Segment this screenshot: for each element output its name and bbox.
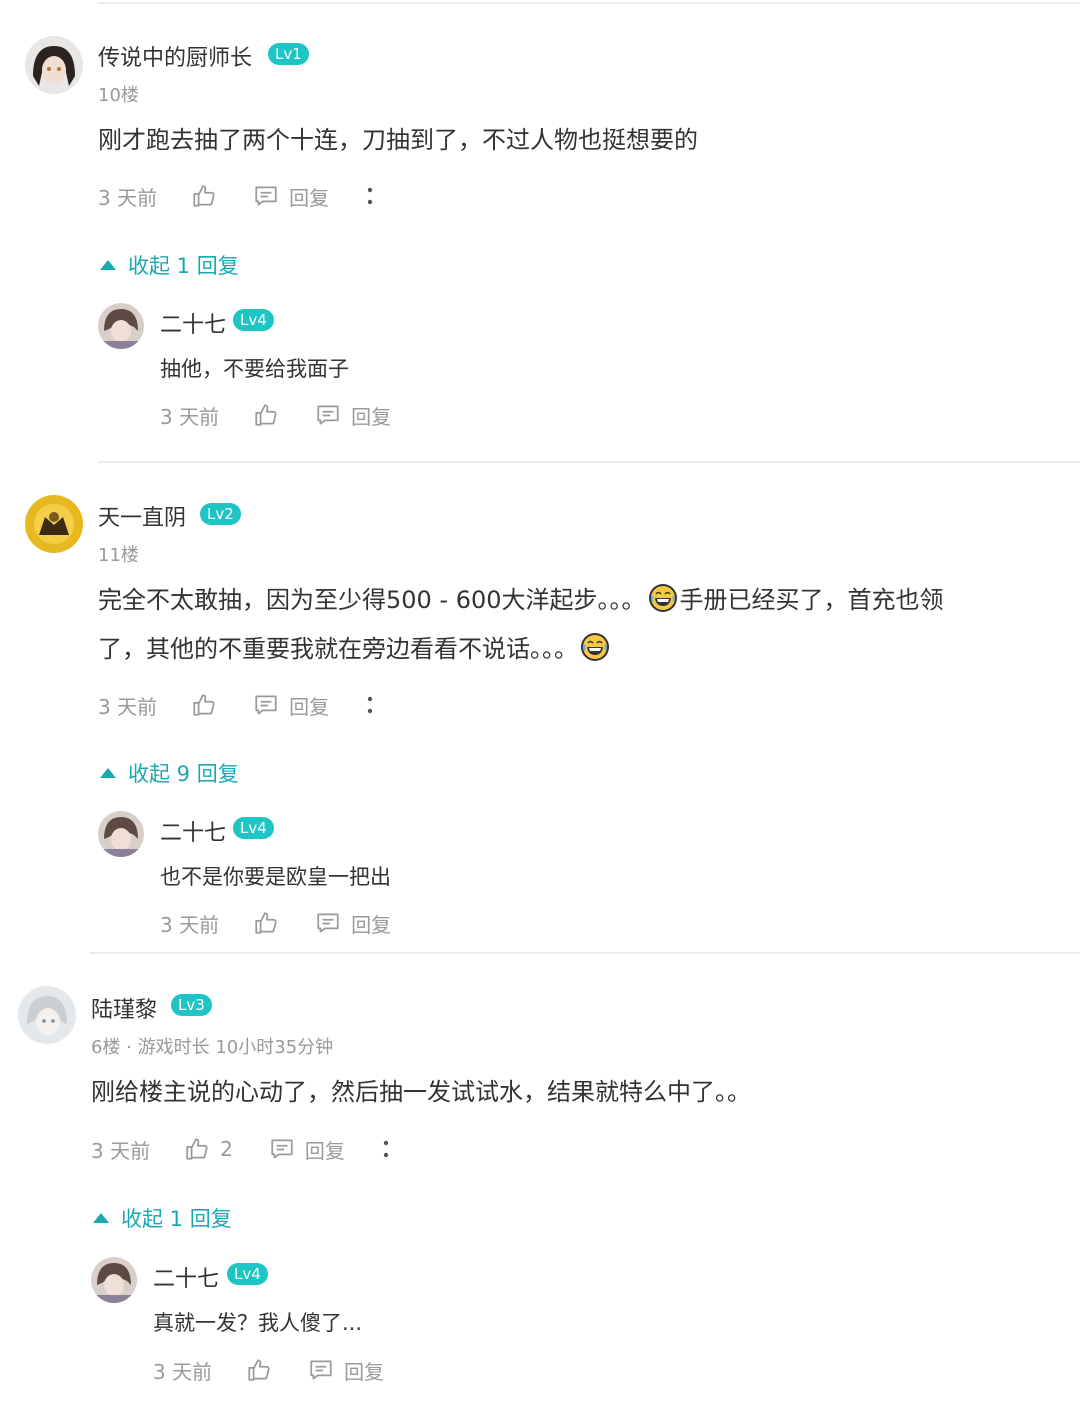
avatar[interactable] [25,495,83,553]
reply-bubble-icon [253,183,279,209]
collapse-label: 收起 9 回复 [128,762,239,786]
reply-avatar[interactable] [98,303,144,349]
comment-text: 刚才跑去抽了两个十连，刀抽到了，不过人物也挺想要的 [98,126,698,154]
timestamp: 3 天前 [98,185,158,210]
thumbs-up-icon [184,1136,210,1162]
floor-number: 11楼 [98,545,139,566]
collapse-replies-button[interactable]: 收起 1 回复 [100,250,239,280]
more-vertical-icon [365,693,375,717]
collapse-replies-button[interactable]: 收起 1 回复 [93,1203,232,1233]
reply-username[interactable]: 二十七 [160,815,226,847]
reply-text: 也不是你要是欧皇一把出 [160,865,391,889]
reply-bubble-icon [315,402,341,428]
reply-bubble-icon [315,910,341,936]
floor-number: 10楼 [98,85,139,106]
like-button[interactable] [191,183,217,209]
comment-divider [90,952,1080,954]
timestamp: 3 天前 [160,912,220,937]
level-badge: Lv1 [268,43,309,65]
collapse-triangle-icon [100,768,116,778]
reply-username[interactable]: 二十七 [160,307,226,339]
reply-button[interactable]: 回复 [308,1356,384,1385]
level-badge: Lv4 [227,1263,268,1285]
reply-label: 回复 [344,1359,385,1384]
thumbs-up-icon [191,183,217,209]
more-button[interactable] [365,693,375,717]
like-button[interactable] [191,692,217,718]
timestamp: 3 天前 [160,404,220,429]
level-badge: Lv2 [200,503,241,525]
reply-username[interactable]: 二十七 [153,1261,219,1293]
comment-text: 完全不太敢抽，因为至少得500 - 600大洋起步。。。 手册已经买了，首充也领 … [98,576,1048,674]
username[interactable]: 传说中的厨师长 [98,40,252,72]
level-badge: Lv4 [233,309,274,331]
avatar[interactable] [18,986,76,1044]
thumbs-up-icon [253,910,279,936]
more-vertical-icon [381,1137,391,1161]
like-button[interactable]: 2 [184,1136,233,1162]
collapse-triangle-icon [93,1213,109,1223]
timestamp: 3 天前 [91,1138,151,1163]
username[interactable]: 天一直阴 [98,500,186,532]
reply-label: 回复 [289,185,330,210]
timestamp: 3 天前 [153,1359,213,1384]
reply-label: 回复 [351,404,392,429]
reply-button[interactable]: 回复 [253,182,329,211]
reply-avatar[interactable] [98,811,144,857]
reply-bubble-icon [269,1136,295,1162]
level-badge: Lv3 [171,994,212,1016]
floor-and-playtime: 6楼 · 游戏时长 10小时35分钟 [91,1037,334,1058]
thumbs-up-icon [191,692,217,718]
reply-actions: 3 天前 回复 [160,400,427,430]
reply-text: 抽他，不要给我面子 [160,357,349,381]
collapse-replies-button[interactable]: 收起 9 回复 [100,758,239,788]
like-button[interactable] [253,402,279,428]
reply-bubble-icon [253,692,279,718]
collapse-label: 收起 1 回复 [121,1207,232,1231]
thumbs-up-icon [253,402,279,428]
like-button[interactable] [253,910,279,936]
reply-label: 回复 [304,1138,345,1163]
reply-button[interactable]: 回复 [315,401,391,430]
collapse-label: 收起 1 回复 [128,254,239,278]
reply-label: 回复 [351,912,392,937]
reply-label: 回复 [289,694,330,719]
collapse-triangle-icon [100,260,116,270]
comment-actions: 3 天前 回复 [98,181,411,211]
comment-text-part: 完全不太敢抽，因为至少得500 - 600大洋起步。。。 [98,586,646,614]
more-button[interactable] [365,184,375,208]
laughing-emoji-icon [648,583,678,613]
avatar[interactable] [25,36,83,94]
reply-button[interactable]: 回复 [315,909,391,938]
laughing-emoji-icon [580,632,610,662]
thumbs-up-icon [246,1357,272,1383]
reply-avatar[interactable] [91,1257,137,1303]
reply-button[interactable]: 回复 [269,1135,345,1164]
comment-actions: 3 天前 2 回复 [91,1134,427,1164]
username[interactable]: 陆瑾黎 [91,992,157,1024]
reply-bubble-icon [308,1357,334,1383]
comment-text: 刚给楼主说的心动了，然后抽一发试试水，结果就特么中了。。 [91,1078,751,1106]
top-divider [98,2,1080,4]
like-button[interactable] [246,1357,272,1383]
reply-text: 真就一发？我人傻了... [153,1311,363,1335]
comment-text-part: 了，其他的不重要我就在旁边看看不说话。。。 [98,635,578,663]
reply-actions: 3 天前 回复 [160,908,427,938]
more-vertical-icon [365,184,375,208]
reply-button[interactable]: 回复 [253,691,329,720]
comment-text-part: 手册已经买了，首充也领 [679,586,944,614]
level-badge: Lv4 [233,817,274,839]
comment-divider [98,461,1080,463]
more-button[interactable] [381,1137,391,1161]
reply-actions: 3 天前 回复 [153,1355,420,1385]
timestamp: 3 天前 [98,694,158,719]
comment-actions: 3 天前 回复 [98,690,411,720]
like-count: 2 [220,1137,233,1161]
